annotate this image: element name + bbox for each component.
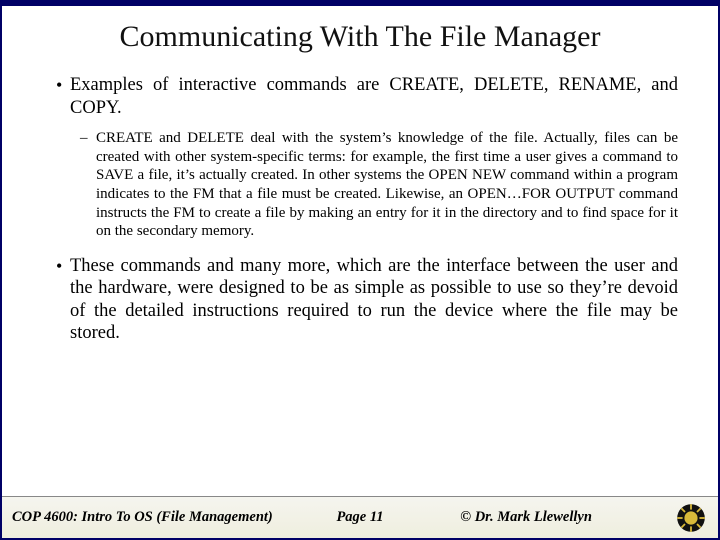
subbullet-1-text: CREATE and DELETE deal with the system’s…: [96, 129, 678, 241]
ucf-logo-icon: [676, 503, 706, 533]
subbullet-1: – CREATE and DELETE deal with the system…: [80, 129, 678, 241]
slide: Communicating With The File Manager • Ex…: [0, 0, 720, 540]
footer: COP 4600: Intro To OS (File Management) …: [2, 496, 718, 538]
slide-body: • Examples of interactive commands are C…: [2, 60, 718, 496]
bullet-2-text: These commands and many more, which are …: [70, 255, 678, 345]
bullet-marker: •: [56, 74, 70, 119]
subbullet-marker: –: [80, 129, 96, 241]
bullet-1-text: Examples of interactive commands are CRE…: [70, 74, 678, 119]
bullet-marker: •: [56, 255, 70, 345]
slide-title: Communicating With The File Manager: [2, 6, 718, 60]
bullet-1: • Examples of interactive commands are C…: [56, 74, 678, 119]
bullet-2: • These commands and many more, which ar…: [56, 255, 678, 345]
footer-page: Page 11: [336, 509, 383, 526]
footer-course: COP 4600: Intro To OS (File Management): [12, 509, 273, 526]
footer-copyright: © Dr. Mark Llewellyn: [460, 509, 592, 526]
